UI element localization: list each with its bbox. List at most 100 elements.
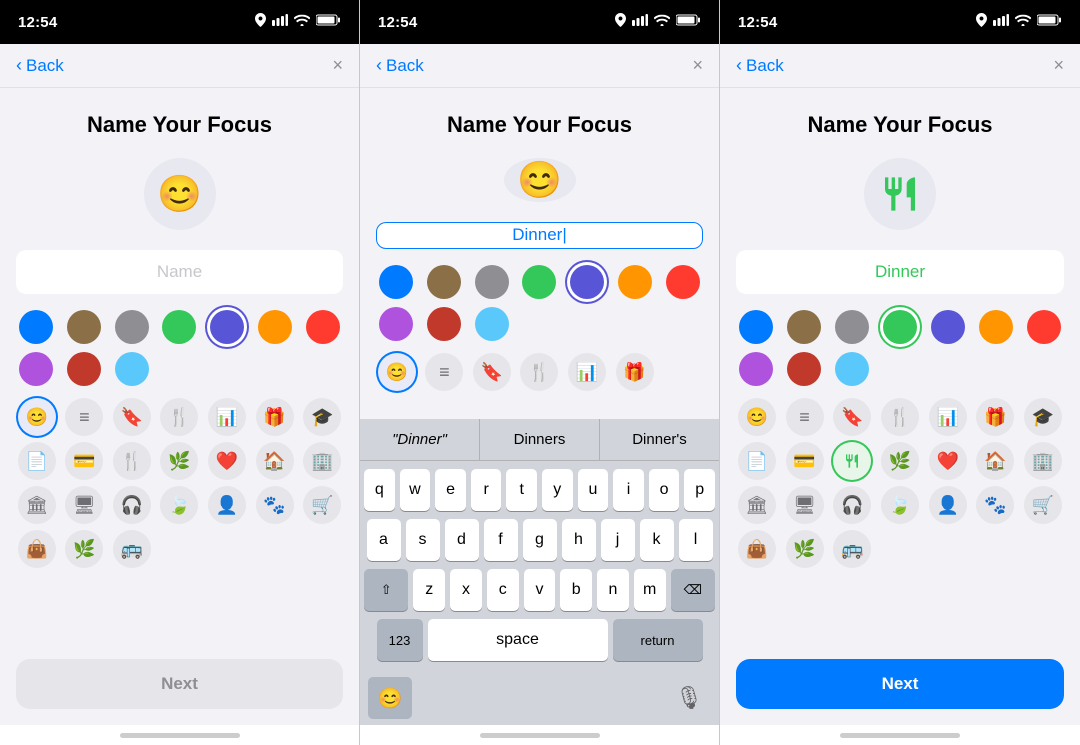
- color-option-9[interactable]: [475, 307, 509, 341]
- color-option-4[interactable]: [931, 310, 965, 344]
- icon-option-0[interactable]: 😊: [738, 398, 776, 436]
- key-p[interactable]: p: [684, 469, 715, 511]
- key-l[interactable]: l: [679, 519, 713, 561]
- suggestion-0[interactable]: "Dinner": [360, 419, 480, 460]
- key-j[interactable]: j: [601, 519, 635, 561]
- key-h[interactable]: h: [562, 519, 596, 561]
- icon-option-1[interactable]: ≡: [65, 398, 103, 436]
- key-x[interactable]: x: [450, 569, 482, 611]
- color-option-1[interactable]: [787, 310, 821, 344]
- icon-option-17[interactable]: 🍃: [881, 486, 919, 524]
- icon-option-2[interactable]: 🔖: [833, 398, 871, 436]
- icon-option-6[interactable]: 🎓: [303, 398, 341, 436]
- icon-option-3[interactable]: 🍴: [160, 398, 198, 436]
- icon-option-3[interactable]: 🍴: [881, 398, 919, 436]
- icon-option-21[interactable]: 👜: [738, 530, 776, 568]
- color-option-0[interactable]: [19, 310, 53, 344]
- key-r[interactable]: r: [471, 469, 502, 511]
- key-m[interactable]: m: [634, 569, 666, 611]
- key-f[interactable]: f: [484, 519, 518, 561]
- key-e[interactable]: e: [435, 469, 466, 511]
- close-button[interactable]: ×: [692, 55, 703, 76]
- emoji-keyboard-button[interactable]: 😊: [368, 677, 412, 719]
- icon-option-4[interactable]: 📊: [929, 398, 967, 436]
- key-u[interactable]: u: [578, 469, 609, 511]
- color-option-8[interactable]: [787, 352, 821, 386]
- icon-option-0[interactable]: 😊: [378, 353, 416, 391]
- icon-option-18[interactable]: 👤: [208, 486, 246, 524]
- numbers-key[interactable]: 123: [377, 619, 423, 661]
- color-option-7[interactable]: [379, 307, 413, 341]
- color-option-9[interactable]: [835, 352, 869, 386]
- icon-option-1[interactable]: ≡: [786, 398, 824, 436]
- focus-icon[interactable]: [864, 158, 936, 230]
- key-t[interactable]: t: [506, 469, 537, 511]
- icon-option-7[interactable]: 📄: [738, 442, 776, 480]
- icon-option-3[interactable]: 🍴: [520, 353, 558, 391]
- icon-option-2[interactable]: 🔖: [473, 353, 511, 391]
- key-g[interactable]: g: [523, 519, 557, 561]
- icon-option-9[interactable]: 🍴: [113, 442, 151, 480]
- close-button[interactable]: ×: [1053, 55, 1064, 76]
- return-key[interactable]: return: [613, 619, 703, 661]
- focus-icon[interactable]: 😊: [504, 158, 576, 202]
- name-input[interactable]: Dinner|: [376, 222, 703, 249]
- icon-option-16[interactable]: 🎧: [833, 486, 871, 524]
- icon-option-12[interactable]: 🏠: [256, 442, 294, 480]
- color-option-3[interactable]: [162, 310, 196, 344]
- icon-option-19[interactable]: 🐾: [976, 486, 1014, 524]
- key-v[interactable]: v: [524, 569, 556, 611]
- color-option-4[interactable]: [570, 265, 604, 299]
- color-option-6[interactable]: [306, 310, 340, 344]
- color-option-7[interactable]: [739, 352, 773, 386]
- icon-option-4[interactable]: 📊: [208, 398, 246, 436]
- icon-option-5[interactable]: 🎁: [976, 398, 1014, 436]
- key-i[interactable]: i: [613, 469, 644, 511]
- icon-option-18[interactable]: 👤: [929, 486, 967, 524]
- icon-option-11[interactable]: ❤️: [929, 442, 967, 480]
- icon-option-15[interactable]: 🖥: [65, 486, 103, 524]
- color-option-8[interactable]: [427, 307, 461, 341]
- icon-option-8[interactable]: 💳: [65, 442, 103, 480]
- color-option-5[interactable]: [258, 310, 292, 344]
- icon-option-23[interactable]: 🚌: [833, 530, 871, 568]
- key-w[interactable]: w: [400, 469, 431, 511]
- icon-option-9[interactable]: [833, 442, 871, 480]
- icon-option-2[interactable]: 🔖: [113, 398, 151, 436]
- color-option-1[interactable]: [67, 310, 101, 344]
- icon-option-15[interactable]: 🖥: [786, 486, 824, 524]
- close-button[interactable]: ×: [332, 55, 343, 76]
- name-input[interactable]: Name: [16, 250, 343, 294]
- icon-option-14[interactable]: 🏛: [18, 486, 56, 524]
- icon-option-5[interactable]: 🎁: [256, 398, 294, 436]
- icon-option-1[interactable]: ≡: [425, 353, 463, 391]
- key-y[interactable]: y: [542, 469, 573, 511]
- focus-icon[interactable]: 😊: [144, 158, 216, 230]
- color-option-3[interactable]: [883, 310, 917, 344]
- icon-option-0[interactable]: 😊: [18, 398, 56, 436]
- icon-option-20[interactable]: 🛒: [303, 486, 341, 524]
- icon-option-8[interactable]: 💳: [786, 442, 824, 480]
- next-button[interactable]: Next: [736, 659, 1064, 709]
- color-option-6[interactable]: [1027, 310, 1061, 344]
- delete-key[interactable]: ⌫: [671, 569, 715, 611]
- icon-option-13[interactable]: 🏢: [1024, 442, 1062, 480]
- color-option-9[interactable]: [115, 352, 149, 386]
- color-option-3[interactable]: [522, 265, 556, 299]
- back-button[interactable]: ‹ Back: [16, 55, 64, 76]
- color-option-6[interactable]: [666, 265, 700, 299]
- icon-option-12[interactable]: 🏠: [976, 442, 1014, 480]
- icon-option-7[interactable]: 📄: [18, 442, 56, 480]
- icon-option-20[interactable]: 🛒: [1024, 486, 1062, 524]
- key-a[interactable]: a: [367, 519, 401, 561]
- key-z[interactable]: z: [413, 569, 445, 611]
- microphone-button[interactable]: 🎙: [667, 677, 711, 719]
- icon-option-17[interactable]: 🍃: [160, 486, 198, 524]
- space-key[interactable]: space: [428, 619, 608, 661]
- icon-option-16[interactable]: 🎧: [113, 486, 151, 524]
- icon-option-14[interactable]: 🏛: [738, 486, 776, 524]
- key-n[interactable]: n: [597, 569, 629, 611]
- suggestion-2[interactable]: Dinner's: [600, 419, 719, 460]
- color-option-7[interactable]: [19, 352, 53, 386]
- icon-option-10[interactable]: 🌿: [160, 442, 198, 480]
